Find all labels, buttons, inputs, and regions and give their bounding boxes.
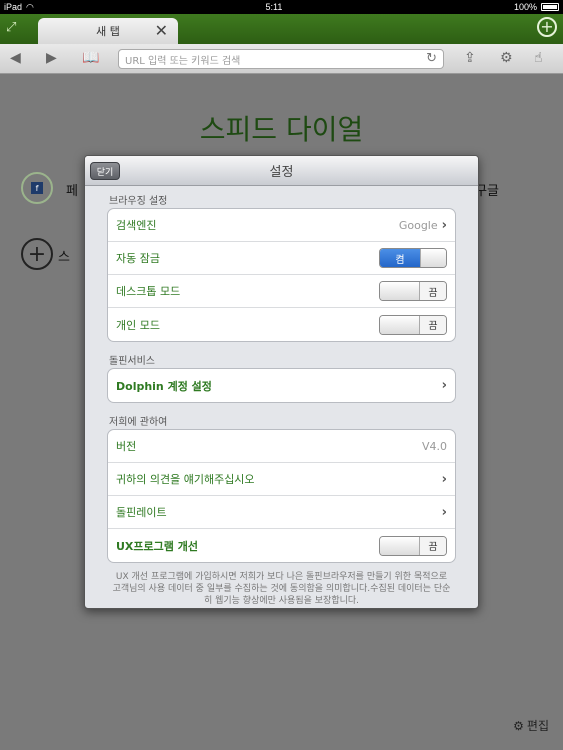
chevron-right-icon: › xyxy=(441,471,447,487)
search-engine-label: 검색엔진 xyxy=(116,219,157,232)
tab-label: 새 탭 xyxy=(96,25,120,38)
wifi-icon: ◠ xyxy=(26,1,34,12)
bookmarks-icon[interactable]: 📖 xyxy=(82,50,99,66)
private-mode-label: 개인 모드 xyxy=(116,318,160,332)
about-settings-group: 버전 V4.0 귀하의 의견을 얘기해주십시오 › 돌핀레이트 › UX프로그램… xyxy=(107,429,456,563)
desktop-mode-row: 데스크톱 모드 끔 xyxy=(108,275,455,308)
gesture-icon[interactable]: ☝ xyxy=(534,50,543,66)
ux-program-toggle[interactable]: 끔 xyxy=(379,535,447,556)
tab-close-icon[interactable]: ✕ xyxy=(155,21,168,40)
version-label: 버전 xyxy=(116,440,137,453)
rate-label: 돌핀레이트 xyxy=(116,506,167,519)
add-speed-dial-button[interactable]: + xyxy=(21,238,53,270)
chevron-right-icon: › xyxy=(441,217,447,233)
ux-program-state: 끔 xyxy=(420,536,446,555)
browsing-settings-group: 검색엔진 Google › 자동 잠금 켬 데스크톱 모드 끔 개인 모드 끔 xyxy=(107,208,456,342)
dolphin-account-row[interactable]: Dolphin 계정 설정 › xyxy=(108,369,455,402)
version-value: V4.0 xyxy=(421,439,447,453)
chevron-right-icon: › xyxy=(441,504,447,520)
toggle-knob xyxy=(380,282,420,300)
dolphin-account-label: Dolphin 계정 설정 xyxy=(116,379,212,393)
speed-dial-facebook-label: 페 xyxy=(66,184,78,199)
fullscreen-icon[interactable]: ⤢ xyxy=(6,20,16,35)
gear-icon: ⚙ xyxy=(513,718,524,733)
add-speed-dial-label: 스 xyxy=(58,250,70,265)
close-button[interactable]: 닫기 xyxy=(90,162,120,180)
auto-lock-toggle[interactable]: 켬 xyxy=(379,248,447,268)
clock: 5:11 xyxy=(265,2,283,12)
search-engine-value: Google xyxy=(398,218,438,232)
rate-row[interactable]: 돌핀레이트 › xyxy=(108,496,455,529)
private-mode-row: 개인 모드 끔 xyxy=(108,308,455,341)
feedback-row[interactable]: 귀하의 의견을 얘기해주십시오 › xyxy=(108,463,455,496)
ux-program-label: UX프로그램 개선 xyxy=(116,539,198,553)
section-title-service: 돌핀서비스 xyxy=(109,356,155,367)
battery-icon xyxy=(540,3,559,11)
tab-new[interactable]: 새 탭 ✕ xyxy=(38,18,178,44)
toggle-knob xyxy=(420,249,446,267)
share-icon[interactable]: ⇪ xyxy=(464,50,476,66)
toggle-knob xyxy=(380,315,420,334)
feedback-label: 귀하의 의견을 얘기해주십시오 xyxy=(116,473,255,486)
private-mode-toggle[interactable]: 끔 xyxy=(379,314,447,335)
edit-label: 편집 xyxy=(526,719,549,733)
auto-lock-row: 자동 잠금 켬 xyxy=(108,242,455,275)
refresh-icon[interactable]: ↻ xyxy=(426,51,437,66)
toggle-knob xyxy=(380,536,420,555)
settings-dialog: 닫기 설정 브라우징 설정 검색엔진 Google › 자동 잠금 켬 데스크톱… xyxy=(84,155,479,609)
desktop-mode-state: 끔 xyxy=(420,282,446,300)
add-tab-icon[interactable]: + xyxy=(537,17,557,37)
settings-header: 닫기 설정 xyxy=(85,156,478,186)
forward-icon[interactable]: ▶ xyxy=(46,50,57,66)
section-title-about: 저희에 관하여 xyxy=(109,417,168,428)
desktop-mode-toggle[interactable]: 끔 xyxy=(379,281,447,301)
back-icon[interactable]: ◀ xyxy=(10,50,21,66)
chevron-right-icon: › xyxy=(441,378,447,393)
private-mode-state: 끔 xyxy=(420,315,446,334)
url-input[interactable]: URL 입력 또는 키워드 검색 ↻ xyxy=(118,49,444,69)
page-title: 스피드 다이얼 xyxy=(199,113,364,146)
ux-program-row: UX프로그램 개선 끔 xyxy=(108,529,455,562)
tab-bar: ⤢ 새 탭 ✕ + xyxy=(0,14,563,44)
settings-gear-icon[interactable]: ⚙ xyxy=(500,50,513,66)
device-label: iPad xyxy=(4,2,23,12)
ux-program-note: UX 개선 프로그램에 가입하시면 저희가 보다 나은 돌핀브라우저를 만들기 … xyxy=(112,572,451,606)
edit-button[interactable]: ⚙ 편집 xyxy=(513,717,549,734)
facebook-icon: f xyxy=(31,182,43,194)
auto-lock-label: 자동 잠금 xyxy=(116,252,160,265)
search-engine-row[interactable]: 검색엔진 Google › xyxy=(108,209,455,242)
status-bar: iPad ◠ 5:11 100% xyxy=(0,0,563,14)
section-title-browsing: 브라우징 설정 xyxy=(109,196,168,207)
version-row: 버전 V4.0 xyxy=(108,430,455,463)
browser-toolbar: ◀ ▶ 📖 URL 입력 또는 키워드 검색 ↻ ⇪ ⚙ ☝ xyxy=(0,44,563,74)
desktop-mode-label: 데스크톱 모드 xyxy=(116,285,181,298)
url-placeholder: URL 입력 또는 키워드 검색 xyxy=(125,55,241,67)
speed-dial-facebook[interactable]: f xyxy=(21,172,53,204)
settings-title: 설정 xyxy=(269,165,294,180)
battery-percent: 100% xyxy=(513,2,537,12)
service-settings-group: Dolphin 계정 설정 › xyxy=(107,368,456,403)
auto-lock-state: 켬 xyxy=(380,249,420,267)
